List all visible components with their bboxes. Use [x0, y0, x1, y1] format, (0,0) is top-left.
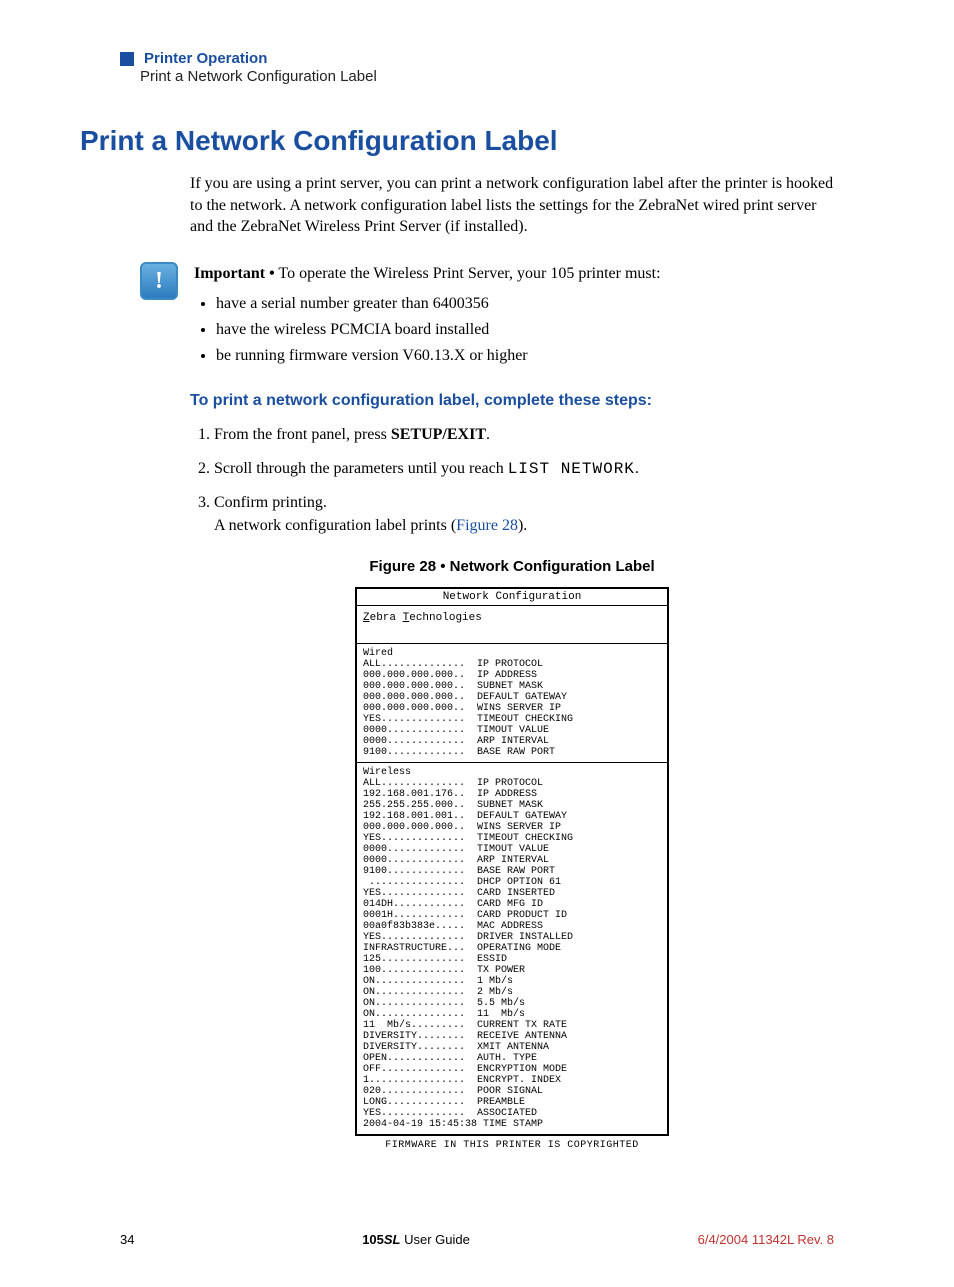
header-section: Printer Operation	[144, 50, 267, 67]
step-1: From the front panel, press SETUP/EXIT.	[214, 423, 834, 446]
step-text: From the front panel, press	[214, 426, 391, 443]
step-text: .	[486, 426, 490, 443]
step-text: Confirm printing.	[214, 494, 327, 511]
label-copyright: FIRMWARE IN THIS PRINTER IS COPYRIGHTED	[190, 1139, 834, 1153]
step-lcd-text: LIST NETWORK	[508, 460, 635, 478]
important-bullets: have a serial number greater than 640035…	[194, 292, 834, 368]
steps-list: From the front panel, press SETUP/EXIT. …	[190, 423, 834, 537]
important-bullet: have a serial number greater than 640035…	[216, 292, 834, 316]
label-title: Network Configuration	[357, 589, 667, 606]
label-company-t: ebra	[370, 612, 403, 624]
steps-heading: To print a network configuration label, …	[190, 390, 834, 412]
intro-paragraph: If you are using a print server, you can…	[190, 173, 834, 238]
footer-doc-title: 105SL User Guide	[362, 1232, 470, 1247]
footer-page-number: 34	[120, 1232, 134, 1247]
footer-date-rev: 6/4/2004 11342L Rev. 8	[698, 1232, 834, 1247]
label-company: Zebra Technologies	[357, 606, 667, 643]
important-label: Important •	[194, 265, 275, 282]
label-company-t: echnologies	[409, 612, 482, 624]
network-config-label: Network Configuration Zebra Technologies…	[355, 587, 669, 1135]
step-2: Scroll through the parameters until you …	[214, 457, 834, 481]
important-icon: !	[140, 262, 178, 300]
important-bullet: be running firmware version V60.13.X or …	[216, 344, 834, 368]
page-title: Print a Network Configuration Label	[80, 125, 874, 157]
figure-caption: Figure 28 • Network Configuration Label	[190, 557, 834, 577]
figure-ref-link[interactable]: Figure 28	[456, 517, 518, 534]
footer-guide: User Guide	[401, 1232, 470, 1247]
step-3: Confirm printing. A network configuratio…	[214, 491, 834, 537]
step-text: A network configuration label prints (	[214, 517, 456, 534]
steps-block: To print a network configuration label, …	[190, 390, 834, 1152]
important-bullet: have the wireless PCMCIA board installed	[216, 318, 834, 342]
important-lead: To operate the Wireless Print Server, yo…	[275, 265, 661, 282]
important-note: ! Important • To operate the Wireless Pr…	[80, 262, 874, 370]
label-company-u: Z	[363, 612, 370, 624]
step-text: .	[635, 460, 639, 477]
important-body: Important • To operate the Wireless Prin…	[194, 262, 834, 370]
step-text: Scroll through the parameters until you …	[214, 460, 508, 477]
footer-model-suffix: SL	[384, 1232, 401, 1247]
footer-model: 105	[362, 1232, 384, 1247]
header-marker	[120, 52, 134, 66]
header-subsection: Print a Network Configuration Label	[140, 68, 874, 85]
page-header: Printer Operation Print a Network Config…	[120, 50, 874, 85]
page-footer: 34 105SL User Guide 6/4/2004 11342L Rev.…	[80, 1232, 874, 1247]
step-key: SETUP/EXIT	[391, 426, 486, 443]
label-wireless-block: Wireless ALL.............. IP PROTOCOL 1…	[357, 763, 667, 1134]
step-text: ).	[518, 517, 527, 534]
label-wired-block: Wired ALL.............. IP PROTOCOL 000.…	[357, 644, 667, 763]
